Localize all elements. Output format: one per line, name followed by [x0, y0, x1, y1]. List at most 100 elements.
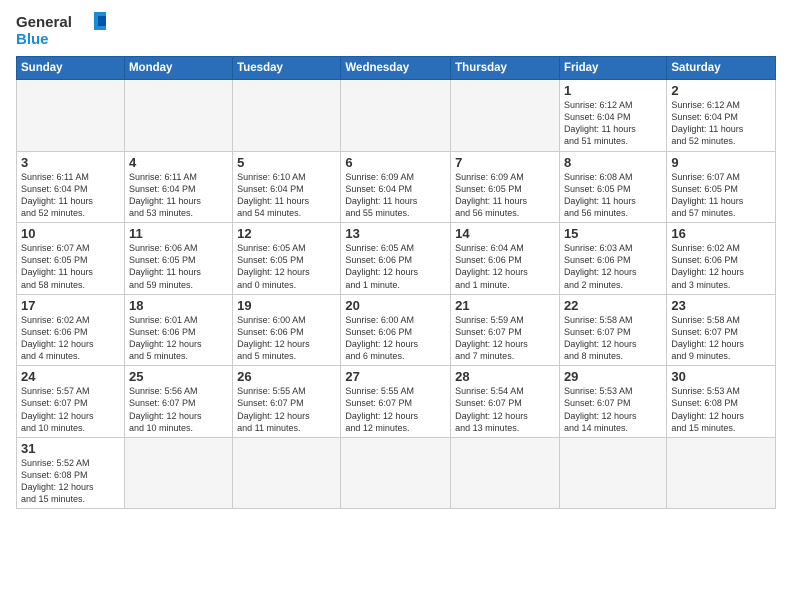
day-number: 31	[21, 441, 120, 456]
calendar-cell: 7Sunrise: 6:09 AMSunset: 6:05 PMDaylight…	[451, 151, 560, 223]
header: General Blue	[16, 12, 776, 50]
day-info: Sunrise: 5:58 AMSunset: 6:07 PMDaylight:…	[564, 314, 662, 363]
day-number: 22	[564, 298, 662, 313]
day-info: Sunrise: 5:55 AMSunset: 6:07 PMDaylight:…	[237, 385, 336, 434]
svg-text:General: General	[16, 14, 72, 31]
weekday-header-sunday: Sunday	[17, 57, 125, 80]
day-number: 19	[237, 298, 336, 313]
weekday-header-saturday: Saturday	[667, 57, 776, 80]
calendar-cell: 2Sunrise: 6:12 AMSunset: 6:04 PMDaylight…	[667, 80, 776, 152]
week-row-2: 10Sunrise: 6:07 AMSunset: 6:05 PMDayligh…	[17, 223, 776, 295]
day-info: Sunrise: 6:00 AMSunset: 6:06 PMDaylight:…	[345, 314, 446, 363]
week-row-0: 1Sunrise: 6:12 AMSunset: 6:04 PMDaylight…	[17, 80, 776, 152]
day-info: Sunrise: 6:02 AMSunset: 6:06 PMDaylight:…	[671, 242, 771, 291]
day-number: 17	[21, 298, 120, 313]
day-number: 14	[455, 226, 555, 241]
day-number: 21	[455, 298, 555, 313]
day-number: 30	[671, 369, 771, 384]
day-number: 6	[345, 155, 446, 170]
day-info: Sunrise: 6:05 AMSunset: 6:05 PMDaylight:…	[237, 242, 336, 291]
calendar-cell: 5Sunrise: 6:10 AMSunset: 6:04 PMDaylight…	[233, 151, 341, 223]
calendar-cell: 15Sunrise: 6:03 AMSunset: 6:06 PMDayligh…	[559, 223, 666, 295]
svg-text:Blue: Blue	[16, 31, 49, 48]
day-info: Sunrise: 6:08 AMSunset: 6:05 PMDaylight:…	[564, 171, 662, 220]
calendar-cell: 13Sunrise: 6:05 AMSunset: 6:06 PMDayligh…	[341, 223, 451, 295]
weekday-header-monday: Monday	[124, 57, 232, 80]
day-info: Sunrise: 5:54 AMSunset: 6:07 PMDaylight:…	[455, 385, 555, 434]
week-row-5: 31Sunrise: 5:52 AMSunset: 6:08 PMDayligh…	[17, 437, 776, 509]
day-number: 11	[129, 226, 228, 241]
day-info: Sunrise: 6:09 AMSunset: 6:04 PMDaylight:…	[345, 171, 446, 220]
day-info: Sunrise: 6:10 AMSunset: 6:04 PMDaylight:…	[237, 171, 336, 220]
calendar-cell	[341, 437, 451, 509]
calendar-cell: 22Sunrise: 5:58 AMSunset: 6:07 PMDayligh…	[559, 294, 666, 366]
day-info: Sunrise: 6:00 AMSunset: 6:06 PMDaylight:…	[237, 314, 336, 363]
day-number: 15	[564, 226, 662, 241]
calendar-cell: 9Sunrise: 6:07 AMSunset: 6:05 PMDaylight…	[667, 151, 776, 223]
weekday-header-wednesday: Wednesday	[341, 57, 451, 80]
calendar-cell: 31Sunrise: 5:52 AMSunset: 6:08 PMDayligh…	[17, 437, 125, 509]
day-number: 10	[21, 226, 120, 241]
day-number: 23	[671, 298, 771, 313]
week-row-4: 24Sunrise: 5:57 AMSunset: 6:07 PMDayligh…	[17, 366, 776, 438]
day-info: Sunrise: 6:02 AMSunset: 6:06 PMDaylight:…	[21, 314, 120, 363]
calendar-cell: 16Sunrise: 6:02 AMSunset: 6:06 PMDayligh…	[667, 223, 776, 295]
day-info: Sunrise: 5:52 AMSunset: 6:08 PMDaylight:…	[21, 457, 120, 506]
day-info: Sunrise: 6:11 AMSunset: 6:04 PMDaylight:…	[21, 171, 120, 220]
day-number: 8	[564, 155, 662, 170]
calendar-cell: 30Sunrise: 5:53 AMSunset: 6:08 PMDayligh…	[667, 366, 776, 438]
calendar-cell	[17, 80, 125, 152]
calendar-cell	[341, 80, 451, 152]
day-number: 4	[129, 155, 228, 170]
calendar-cell: 24Sunrise: 5:57 AMSunset: 6:07 PMDayligh…	[17, 366, 125, 438]
day-info: Sunrise: 6:07 AMSunset: 6:05 PMDaylight:…	[21, 242, 120, 291]
weekday-header-thursday: Thursday	[451, 57, 560, 80]
day-info: Sunrise: 5:59 AMSunset: 6:07 PMDaylight:…	[455, 314, 555, 363]
day-info: Sunrise: 5:53 AMSunset: 6:08 PMDaylight:…	[671, 385, 771, 434]
day-number: 28	[455, 369, 555, 384]
day-info: Sunrise: 5:53 AMSunset: 6:07 PMDaylight:…	[564, 385, 662, 434]
day-number: 27	[345, 369, 446, 384]
week-row-3: 17Sunrise: 6:02 AMSunset: 6:06 PMDayligh…	[17, 294, 776, 366]
day-number: 20	[345, 298, 446, 313]
calendar-cell: 12Sunrise: 6:05 AMSunset: 6:05 PMDayligh…	[233, 223, 341, 295]
day-number: 25	[129, 369, 228, 384]
day-info: Sunrise: 6:03 AMSunset: 6:06 PMDaylight:…	[564, 242, 662, 291]
calendar-cell	[233, 80, 341, 152]
day-number: 24	[21, 369, 120, 384]
calendar-cell: 27Sunrise: 5:55 AMSunset: 6:07 PMDayligh…	[341, 366, 451, 438]
calendar-cell	[451, 80, 560, 152]
calendar-cell: 4Sunrise: 6:11 AMSunset: 6:04 PMDaylight…	[124, 151, 232, 223]
calendar-cell: 17Sunrise: 6:02 AMSunset: 6:06 PMDayligh…	[17, 294, 125, 366]
calendar-cell: 23Sunrise: 5:58 AMSunset: 6:07 PMDayligh…	[667, 294, 776, 366]
day-number: 5	[237, 155, 336, 170]
weekday-header-friday: Friday	[559, 57, 666, 80]
calendar-cell	[667, 437, 776, 509]
calendar-cell: 10Sunrise: 6:07 AMSunset: 6:05 PMDayligh…	[17, 223, 125, 295]
calendar-cell: 11Sunrise: 6:06 AMSunset: 6:05 PMDayligh…	[124, 223, 232, 295]
calendar-cell	[559, 437, 666, 509]
day-info: Sunrise: 5:57 AMSunset: 6:07 PMDaylight:…	[21, 385, 120, 434]
day-info: Sunrise: 6:11 AMSunset: 6:04 PMDaylight:…	[129, 171, 228, 220]
day-number: 16	[671, 226, 771, 241]
day-info: Sunrise: 6:04 AMSunset: 6:06 PMDaylight:…	[455, 242, 555, 291]
logo: General Blue	[16, 12, 106, 50]
day-info: Sunrise: 6:01 AMSunset: 6:06 PMDaylight:…	[129, 314, 228, 363]
day-number: 12	[237, 226, 336, 241]
day-info: Sunrise: 6:07 AMSunset: 6:05 PMDaylight:…	[671, 171, 771, 220]
day-info: Sunrise: 5:56 AMSunset: 6:07 PMDaylight:…	[129, 385, 228, 434]
day-number: 29	[564, 369, 662, 384]
weekday-header-row: SundayMondayTuesdayWednesdayThursdayFrid…	[17, 57, 776, 80]
week-row-1: 3Sunrise: 6:11 AMSunset: 6:04 PMDaylight…	[17, 151, 776, 223]
calendar-cell: 6Sunrise: 6:09 AMSunset: 6:04 PMDaylight…	[341, 151, 451, 223]
day-info: Sunrise: 5:55 AMSunset: 6:07 PMDaylight:…	[345, 385, 446, 434]
calendar-cell: 29Sunrise: 5:53 AMSunset: 6:07 PMDayligh…	[559, 366, 666, 438]
calendar-cell: 21Sunrise: 5:59 AMSunset: 6:07 PMDayligh…	[451, 294, 560, 366]
calendar-cell: 28Sunrise: 5:54 AMSunset: 6:07 PMDayligh…	[451, 366, 560, 438]
day-info: Sunrise: 6:09 AMSunset: 6:05 PMDaylight:…	[455, 171, 555, 220]
calendar-cell	[124, 437, 232, 509]
calendar-cell: 26Sunrise: 5:55 AMSunset: 6:07 PMDayligh…	[233, 366, 341, 438]
calendar-cell: 14Sunrise: 6:04 AMSunset: 6:06 PMDayligh…	[451, 223, 560, 295]
calendar-page: General Blue SundayMondayTuesdayWednesda…	[0, 0, 792, 517]
calendar-cell	[124, 80, 232, 152]
